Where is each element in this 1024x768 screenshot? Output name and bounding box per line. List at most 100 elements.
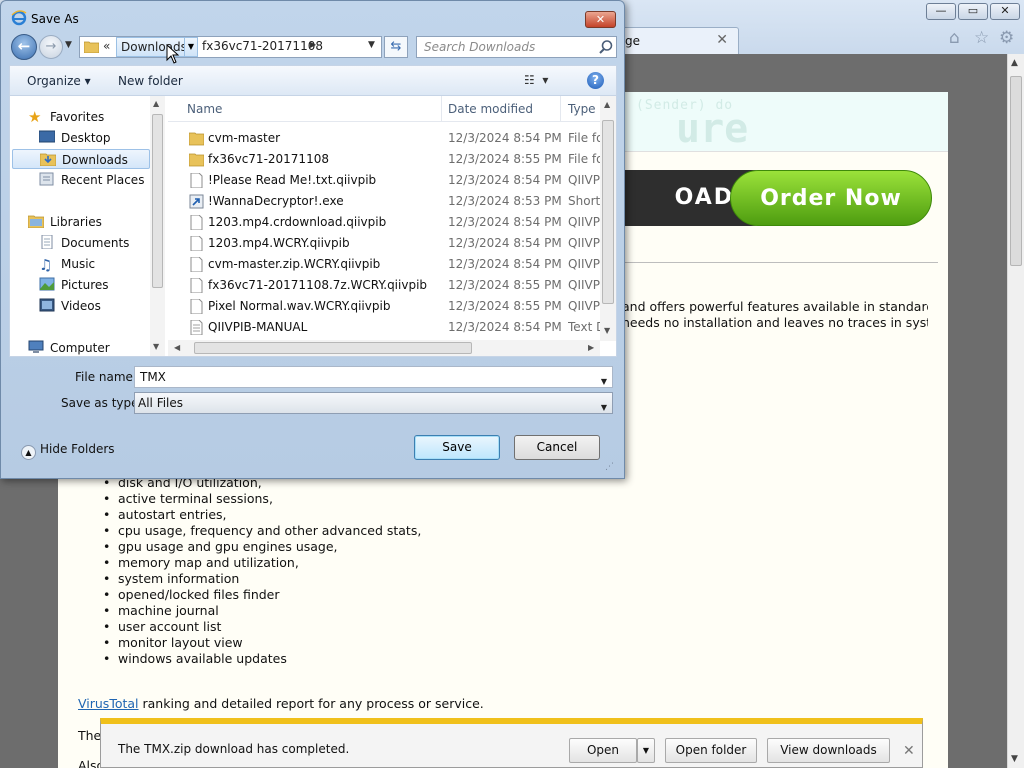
- dialog-close-button[interactable]: ✕: [585, 11, 616, 28]
- nav-pictures[interactable]: Pictures: [39, 275, 109, 295]
- file-row[interactable]: fx36vc71-20171108 12/3/2024 8:55 PM File f…: [168, 149, 604, 170]
- file-row[interactable]: !Please Read Me!.txt.qiivpib 12/3/2024 8:…: [168, 170, 604, 191]
- virustotal-link[interactable]: VirusTotal: [78, 696, 139, 711]
- nav-desktop[interactable]: Desktop: [39, 128, 111, 148]
- gear-icon[interactable]: ⚙: [999, 28, 1014, 48]
- scroll-left-icon[interactable]: ◀: [174, 343, 180, 352]
- view-downloads-button[interactable]: View downloads: [767, 738, 890, 763]
- internet-explorer-icon: [11, 10, 27, 26]
- save-button[interactable]: Save: [414, 435, 500, 460]
- scroll-down-icon[interactable]: ▼: [153, 342, 159, 351]
- file-date: 12/3/2024 8:54 PM: [448, 236, 562, 250]
- address-bar[interactable]: « Downloads ▼ fx36vc71-20171108 ▶ ▼: [79, 36, 382, 58]
- breadcrumb-overflow[interactable]: «: [103, 39, 110, 53]
- browser-minimize-button[interactable]: —: [926, 3, 956, 20]
- file-row[interactable]: cvm-master 12/3/2024 8:54 PM File folder: [168, 128, 604, 149]
- star-icon[interactable]: ☆: [974, 28, 989, 48]
- breadcrumb-downloads[interactable]: Downloads: [116, 37, 192, 57]
- nav-recent-places[interactable]: Recent Places: [39, 170, 144, 190]
- file-row[interactable]: 1203.mp4.crdownload.qiivpib 12/3/2024 8:5…: [168, 212, 604, 233]
- file-row[interactable]: Pixel Normal.wav.WCRY.qiivpib 12/3/2024 8…: [168, 296, 604, 317]
- nav-libraries[interactable]: Libraries: [28, 212, 102, 232]
- chevron-right-icon[interactable]: ▶: [310, 40, 316, 49]
- file-row[interactable]: QIIVPIB-MANUAL 12/3/2024 8:54 PM Text Docu…: [168, 317, 604, 338]
- save-as-dialog: Save As ✕ ← → ▼ « Downloads ▼ fx36vc71-2…: [0, 0, 625, 479]
- file-list-horizontal-scrollbar[interactable]: ◀ ▶: [168, 340, 600, 356]
- open-dropdown-icon[interactable]: ▼: [637, 738, 655, 763]
- file-row[interactable]: cvm-master.zip.WCRY.qiivpib 12/3/2024 8:5…: [168, 254, 604, 275]
- column-header-name[interactable]: Name: [187, 102, 222, 116]
- nav-label: Music: [61, 257, 96, 271]
- list-item: windows available updates: [103, 651, 421, 667]
- scroll-up-icon[interactable]: ▲: [153, 99, 159, 108]
- tab-close-icon[interactable]: ✕: [716, 32, 728, 48]
- address-dropdown-icon[interactable]: ▼: [368, 40, 375, 50]
- column-divider[interactable]: [560, 96, 561, 122]
- nav-documents[interactable]: Documents: [39, 233, 129, 253]
- open-folder-button[interactable]: Open folder: [665, 738, 757, 763]
- file-type: QIIVPIB File: [568, 278, 604, 292]
- browser-scrollbar[interactable]: ▲ ▼: [1007, 54, 1024, 768]
- column-header-date[interactable]: Date modified: [448, 102, 533, 116]
- resize-grip-icon[interactable]: ⋰: [605, 462, 614, 472]
- forward-button[interactable]: →: [39, 35, 63, 59]
- scrollbar-thumb[interactable]: [602, 120, 614, 304]
- hide-folders-button[interactable]: ▲ Hide Folders: [21, 442, 115, 460]
- file-row[interactable]: !WannaDecryptor!.exe 12/3/2024 8:53 PM Sho…: [168, 191, 604, 212]
- breadcrumb-subfolder[interactable]: fx36vc71-20171108: [202, 39, 323, 53]
- open-button[interactable]: Open: [569, 738, 637, 763]
- search-icon[interactable]: [598, 39, 614, 55]
- file-icon: [190, 215, 203, 230]
- back-button[interactable]: ←: [11, 34, 37, 60]
- close-icon[interactable]: ✕: [903, 743, 915, 759]
- nav-scrollbar[interactable]: ▲ ▼: [150, 96, 165, 356]
- file-row[interactable]: fx36vc71-20171108.7z.WCRY.qiivpib 12/3/20…: [168, 275, 604, 296]
- nav-videos[interactable]: Videos: [39, 296, 101, 316]
- file-row[interactable]: 1203.mp4.WCRY.qiivpib 12/3/2024 8:54 PM QI…: [168, 233, 604, 254]
- organize-button[interactable]: Organize ▾: [27, 74, 91, 88]
- view-options-icon[interactable]: ☷ ▾: [524, 73, 548, 87]
- computer-icon: [28, 340, 44, 353]
- search-input[interactable]: Search Downloads: [416, 36, 617, 58]
- browser-tab[interactable]: ge ✕: [612, 27, 739, 54]
- column-header-type[interactable]: Type: [568, 102, 596, 116]
- file-date: 12/3/2024 8:53 PM: [448, 194, 562, 208]
- help-icon[interactable]: ?: [587, 72, 604, 89]
- nav-label: Desktop: [61, 131, 111, 145]
- breadcrumb-chevron-icon[interactable]: ▼: [184, 37, 198, 57]
- nav-music[interactable]: ♫ Music: [39, 254, 95, 274]
- scroll-up-icon[interactable]: ▲: [604, 100, 610, 109]
- scroll-down-icon[interactable]: ▼: [1011, 754, 1018, 764]
- new-folder-button[interactable]: New folder: [118, 74, 183, 88]
- file-name-dropdown-icon[interactable]: ▼: [601, 372, 607, 392]
- browser-close-button[interactable]: ✕: [990, 3, 1020, 20]
- order-now-button[interactable]: Order Now: [730, 170, 932, 226]
- videos-icon: [39, 298, 55, 312]
- scrollbar-thumb[interactable]: [194, 342, 472, 354]
- scroll-right-icon[interactable]: ▶: [588, 343, 594, 352]
- refresh-button[interactable]: ⇆: [384, 36, 408, 58]
- file-list-vertical-scrollbar[interactable]: ▲ ▼: [600, 96, 616, 341]
- recent-places-icon: [39, 172, 54, 186]
- nav-favorites[interactable]: ★ Favorites: [28, 107, 104, 127]
- scrollbar-thumb[interactable]: [1010, 76, 1022, 266]
- nav-computer[interactable]: Computer: [28, 338, 110, 358]
- scroll-up-icon[interactable]: ▲: [1011, 58, 1018, 68]
- feature-list: disk and I/O utilization, active termina…: [103, 475, 421, 667]
- text-fragment: The: [78, 728, 102, 743]
- file-date: 12/3/2024 8:54 PM: [448, 131, 562, 145]
- file-name-input[interactable]: TMX ▼: [134, 366, 613, 388]
- recent-locations-dropdown-icon[interactable]: ▼: [65, 40, 72, 50]
- save-as-type-dropdown-icon[interactable]: ▼: [601, 398, 607, 418]
- documents-icon: [41, 235, 53, 249]
- save-as-type-select[interactable]: All Files ▼: [134, 392, 613, 414]
- scroll-down-icon[interactable]: ▼: [604, 326, 610, 335]
- nav-downloads[interactable]: Downloads: [12, 149, 150, 169]
- browser-maximize-button[interactable]: ▭: [958, 3, 988, 20]
- folder-icon: [189, 132, 204, 146]
- column-divider[interactable]: [441, 96, 442, 122]
- cancel-button[interactable]: Cancel: [514, 435, 600, 460]
- divider: [606, 262, 938, 263]
- home-icon[interactable]: ⌂: [949, 28, 960, 48]
- scrollbar-thumb[interactable]: [152, 114, 163, 288]
